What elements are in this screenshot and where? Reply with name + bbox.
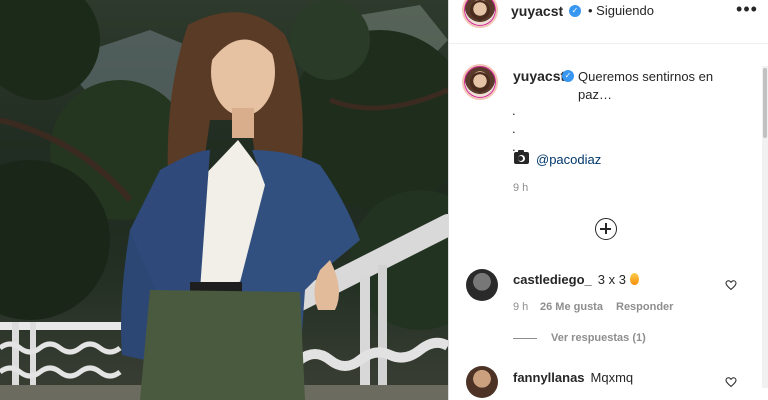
- caption-dot-line: .: [512, 121, 516, 136]
- comment-like-heart-icon[interactable]: [725, 376, 737, 388]
- header-username[interactable]: yuyacst: [511, 3, 563, 19]
- scrollbar-thumb[interactable]: [763, 68, 767, 138]
- commenter-avatar[interactable]: [466, 269, 498, 301]
- comment-like-heart-icon[interactable]: [725, 279, 737, 291]
- following-status[interactable]: • Siguiendo: [588, 3, 654, 18]
- verified-badge-icon: ✓: [569, 5, 581, 17]
- comment-reply-button[interactable]: Responder: [616, 301, 673, 313]
- comment-line: fannyllanas Mqxmq: [513, 370, 633, 385]
- comment-username[interactable]: castlediego_: [513, 272, 592, 287]
- caption-timestamp[interactable]: 9 h: [513, 182, 528, 194]
- caption-author-avatar[interactable]: [462, 64, 498, 100]
- load-more-comments-plus-icon[interactable]: [595, 218, 617, 240]
- caption-text: Queremos sentirnos en paz…: [578, 69, 714, 102]
- comment-line: castlediego_ 3 x 3: [513, 272, 639, 287]
- photographer-mention-link[interactable]: @pacodiaz: [536, 152, 601, 167]
- view-replies-button[interactable]: Ver respuestas (1): [551, 332, 646, 344]
- photo-scene: [0, 0, 448, 400]
- post-details-panel: yuyacst ✓ • Siguiendo ••• yuyacst ✓ Quer…: [448, 0, 768, 400]
- more-options-icon[interactable]: •••: [735, 0, 759, 20]
- comment-text: Mqxmq: [590, 370, 634, 385]
- caption-dot-line: .: [512, 103, 516, 118]
- caption-username[interactable]: yuyacst: [513, 68, 565, 84]
- post-header: yuyacst ✓ • Siguiendo •••: [449, 0, 768, 44]
- fire-emoji-icon: [629, 273, 639, 285]
- comment-likes-count[interactable]: 26 Me gusta: [540, 301, 603, 313]
- camera-icon: [514, 150, 529, 164]
- view-replies-divider: [513, 338, 537, 339]
- comment-username[interactable]: fannyllanas: [513, 370, 585, 385]
- post-photo[interactable]: [0, 0, 448, 400]
- comments-scrollbar[interactable]: [762, 66, 768, 388]
- comment-timestamp[interactable]: 9 h: [513, 301, 528, 313]
- author-avatar[interactable]: [462, 0, 498, 28]
- commenter-avatar[interactable]: [466, 366, 498, 398]
- caption-verified-badge-icon: ✓: [562, 70, 574, 82]
- comment-text: 3 x 3: [597, 272, 626, 287]
